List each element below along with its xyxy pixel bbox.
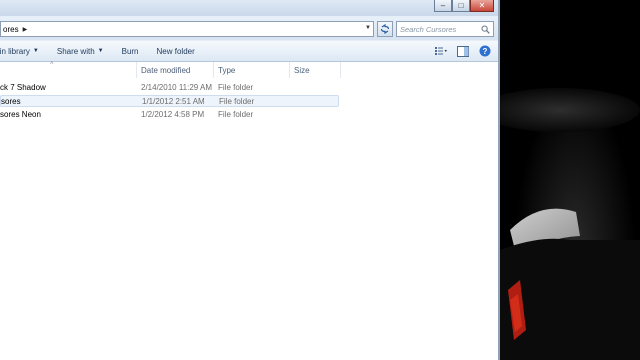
file-row[interactable]: ck 7 Shadow 2/14/2010 11:29 AM File fold… [0, 82, 339, 94]
breadcrumb-chevron-icon[interactable]: ▶ [23, 26, 28, 33]
include-in-library-button[interactable]: e in library ▼ [0, 47, 39, 56]
column-header-type[interactable]: Type [218, 66, 235, 75]
include-in-library-label: e in library [0, 46, 30, 56]
column-divider[interactable] [340, 62, 341, 78]
file-name: ck 7 Shadow [0, 83, 46, 92]
file-type: File folder [218, 110, 254, 119]
wallpaper-figure-image [500, 88, 640, 360]
file-list-pane[interactable]: ˄ Date modified Type Size ck 7 Shadow 2/… [0, 61, 498, 360]
search-placeholder: Search Cursores [400, 24, 457, 34]
breadcrumb-current[interactable]: ores [1, 25, 19, 34]
chevron-down-icon: ▼ [32, 48, 39, 54]
help-button[interactable]: ? [478, 44, 492, 58]
column-header-date-modified[interactable]: Date modified [141, 66, 190, 75]
new-folder-label: New folder [156, 46, 195, 56]
column-headers: ˄ Date modified Type Size [0, 61, 498, 78]
explorer-window: – □ ✕ ores ▶ ▼ Search Cursores in librar… [0, 0, 500, 360]
minimize-icon: – [440, 0, 446, 10]
caption-buttons: – □ ✕ [434, 0, 494, 12]
burn-label: Burn [121, 46, 139, 56]
close-button[interactable]: ✕ [470, 0, 494, 12]
column-divider[interactable] [136, 62, 137, 78]
refresh-button[interactable] [377, 21, 393, 37]
address-bar-row: ores ▶ ▼ Search Cursores [0, 18, 498, 40]
preview-pane-button[interactable] [456, 44, 470, 58]
sort-arrow-icon: ˄ [50, 61, 54, 67]
command-bar: e in library ▼ Share with ▼ Burn New fol… [0, 41, 498, 62]
column-divider[interactable] [213, 62, 214, 78]
window-titlebar[interactable]: – □ ✕ [0, 0, 498, 16]
file-type: File folder [219, 97, 255, 106]
maximize-icon: □ [458, 0, 464, 10]
minimize-button[interactable]: – [434, 0, 452, 12]
file-date: 2/14/2010 11:29 AM [141, 83, 213, 92]
toolbar-right-group: ? [426, 44, 492, 58]
maximize-button[interactable]: □ [452, 0, 470, 12]
file-type: File folder [218, 83, 254, 92]
column-divider[interactable] [289, 62, 290, 78]
share-with-button[interactable]: Share with ▼ [57, 47, 104, 56]
file-row-selected[interactable]: sores 1/1/2012 2:51 AM File folder [0, 95, 339, 107]
preview-pane-icon [457, 45, 469, 57]
file-name: sores [1, 97, 21, 106]
close-icon: ✕ [478, 0, 486, 10]
search-icon [481, 25, 490, 34]
file-row[interactable]: sores Neon 1/2/2012 4:58 PM File folder [0, 109, 339, 121]
address-dropdown-icon[interactable]: ▼ [365, 25, 371, 31]
view-options-icon [435, 47, 447, 55]
file-name: sores Neon [0, 110, 41, 119]
svg-text:?: ? [483, 47, 488, 56]
help-icon: ? [479, 45, 491, 57]
change-view-button[interactable] [434, 44, 448, 58]
refresh-icon [380, 24, 390, 34]
column-header-size[interactable]: Size [294, 66, 310, 75]
file-date: 1/2/2012 4:58 PM [141, 110, 205, 119]
burn-button[interactable]: Burn [122, 47, 139, 56]
file-date: 1/1/2012 2:51 AM [142, 97, 205, 106]
address-bar[interactable]: ores ▶ ▼ [0, 21, 374, 37]
chevron-down-icon: ▼ [97, 48, 104, 54]
share-with-label: Share with [56, 46, 95, 56]
new-folder-button[interactable]: New folder [157, 47, 195, 56]
search-input[interactable]: Search Cursores [396, 21, 494, 37]
